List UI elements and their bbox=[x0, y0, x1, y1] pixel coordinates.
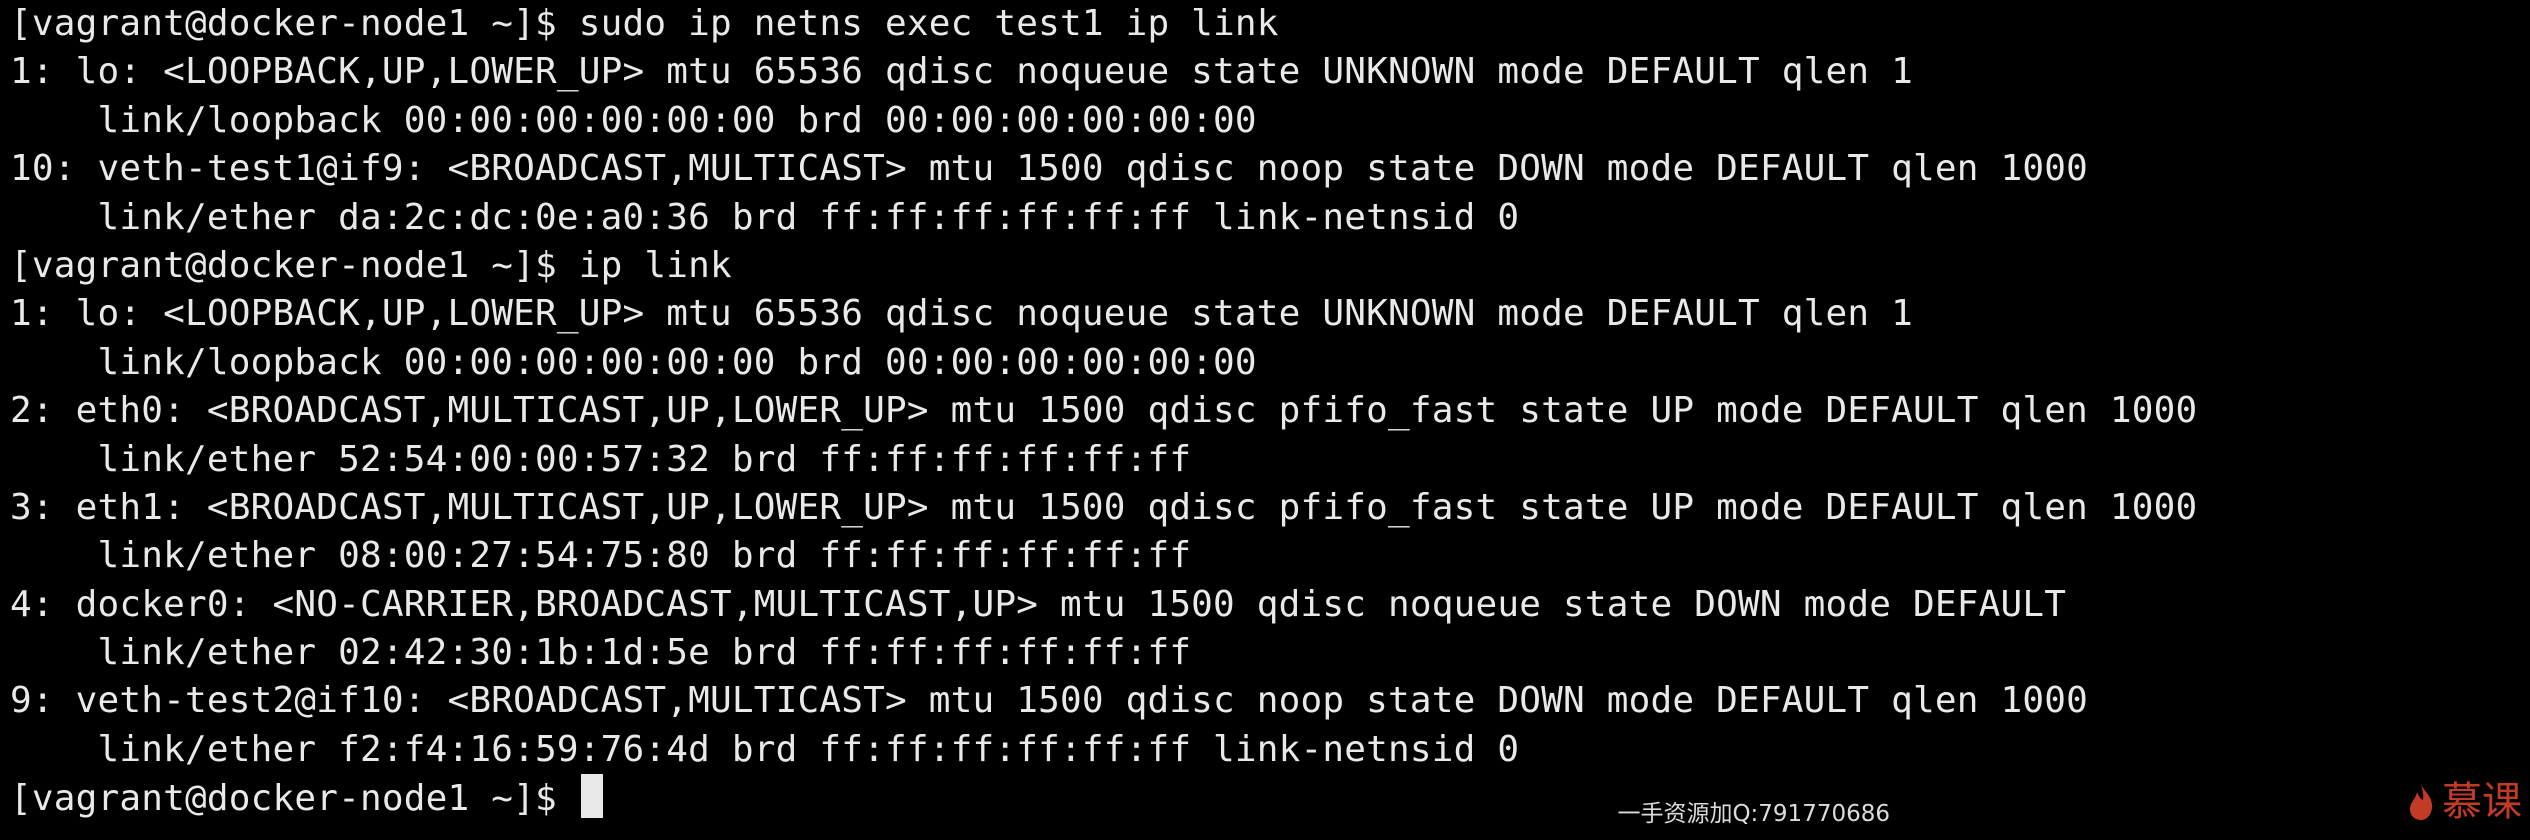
brand-logo: 慕课 bbox=[2406, 778, 2522, 826]
terminal-line: [vagrant@docker-node1 ~]$ ip link bbox=[10, 244, 732, 286]
terminal-line: 2: eth0: <BROADCAST,MULTICAST,UP,LOWER_U… bbox=[10, 390, 2198, 432]
terminal-line: [vagrant@docker-node1 ~]$ sudo ip netns … bbox=[10, 3, 1279, 44]
text-cursor bbox=[580, 774, 603, 819]
watermark-text: 一手资源加Q:791770686 bbox=[1617, 800, 1890, 827]
terminal-window[interactable]: [vagrant@docker-node1 ~]$ sudo ip netns … bbox=[0, 0, 2530, 840]
terminal-line: link/ether 08:00:27:54:75:80 brd ff:ff:f… bbox=[10, 535, 1192, 577]
terminal-line: link/ether f2:f4:16:59:76:4d brd ff:ff:f… bbox=[10, 728, 1520, 770]
terminal-line: 4: docker0: <NO-CARRIER,BROADCAST,MULTIC… bbox=[10, 583, 2067, 625]
shell-prompt: [vagrant@docker-node1 ~]$ bbox=[10, 778, 579, 820]
terminal-line: link/ether 52:54:00:00:57:32 brd ff:ff:f… bbox=[10, 438, 1192, 480]
prompt-line[interactable]: [vagrant@docker-node1 ~]$ bbox=[10, 774, 2530, 822]
terminal-line: 9: veth-test2@if10: <BROADCAST,MULTICAST… bbox=[10, 680, 2089, 722]
logo-text: 慕课 bbox=[2442, 778, 2522, 825]
terminal-line: 1: lo: <LOOPBACK,UP,LOWER_UP> mtu 65536 … bbox=[10, 51, 1914, 93]
terminal-line: 3: eth1: <BROADCAST,MULTICAST,UP,LOWER_U… bbox=[10, 486, 2198, 528]
terminal-line: link/loopback 00:00:00:00:00:00 brd 00:0… bbox=[10, 341, 1257, 383]
terminal-line: link/ether 02:42:30:1b:1d:5e brd ff:ff:f… bbox=[10, 632, 1192, 674]
terminal-line: link/loopback 00:00:00:00:00:00 brd 00:0… bbox=[10, 99, 1257, 141]
terminal-line: 10: veth-test1@if9: <BROADCAST,MULTICAST… bbox=[10, 148, 2089, 190]
flame-icon bbox=[2406, 782, 2436, 822]
terminal-line: link/ether da:2c:dc:0e:a0:36 brd ff:ff:f… bbox=[10, 196, 1520, 238]
terminal-line: 1: lo: <LOOPBACK,UP,LOWER_UP> mtu 65536 … bbox=[10, 293, 1914, 335]
